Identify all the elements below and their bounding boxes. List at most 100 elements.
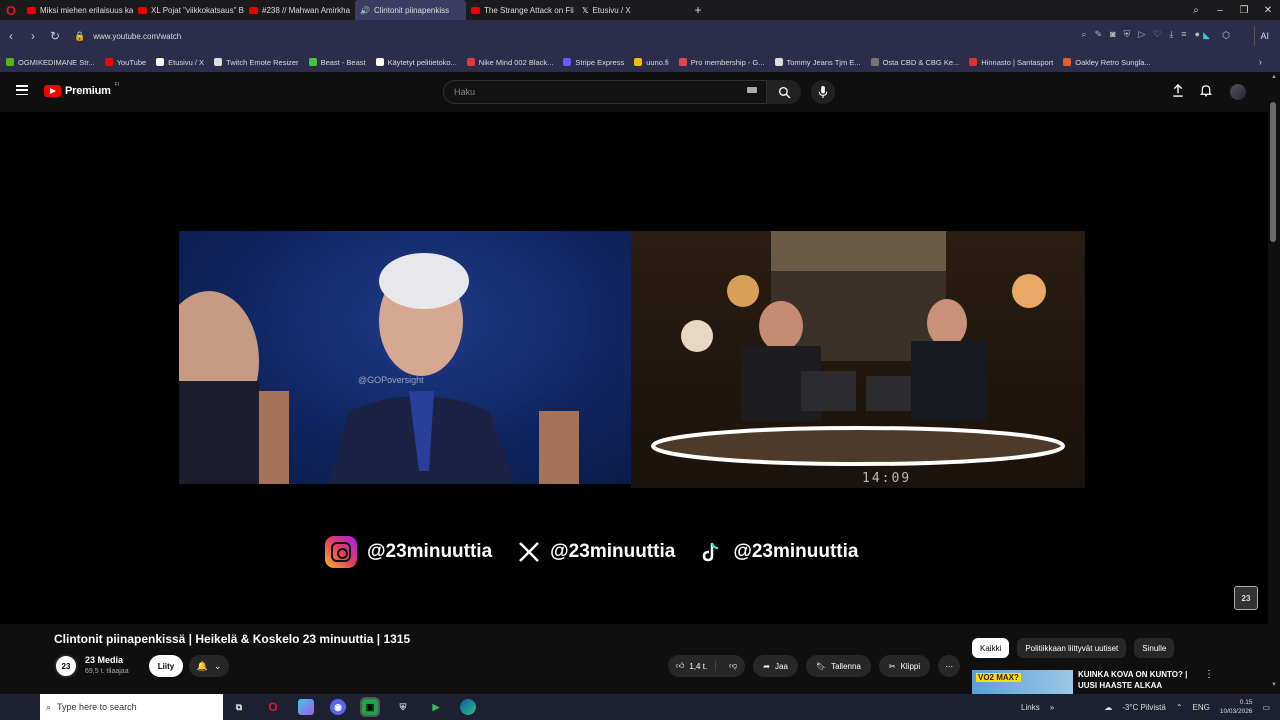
channel-watermark-logo[interactable]: 23 <box>1234 586 1258 610</box>
back-icon[interactable]: ‹ <box>0 29 22 43</box>
recommendation-menu-icon[interactable]: ⋮ <box>1204 669 1214 680</box>
minimize-icon[interactable]: – <box>1208 5 1232 16</box>
chip-for-you[interactable]: Sinulle <box>1134 638 1175 658</box>
opera-logo-icon[interactable]: O <box>0 0 22 20</box>
task-view-icon[interactable]: ⧉ <box>231 699 247 715</box>
restore-icon[interactable]: ❐ <box>1232 5 1256 16</box>
share-button[interactable]: ➦ Jaa <box>753 655 798 677</box>
search-input[interactable]: Haku <box>443 80 767 104</box>
play-icon[interactable]: ▷ <box>1138 29 1145 40</box>
browser-tab[interactable]: 𝕏 Etusivu / X <box>577 0 688 20</box>
language-indicator[interactable]: ENG <box>1193 703 1210 712</box>
links-toolbar[interactable]: Links <box>1021 703 1040 712</box>
keyboard-icon[interactable] <box>747 87 757 93</box>
search-icon[interactable]: ⌕ <box>1082 29 1087 40</box>
speaker-at-microphone-image <box>179 253 579 484</box>
instagram-icon <box>325 536 357 568</box>
taskbar-search-input[interactable]: ⌕ Type here to search <box>40 694 223 720</box>
dislike-button[interactable]: 👎︎ <box>721 661 745 671</box>
bookmark-item[interactable]: Stripe Express <box>563 58 624 67</box>
search-button[interactable] <box>767 80 801 104</box>
scroll-up-icon[interactable]: ▲ <box>1271 74 1277 80</box>
voice-search-button[interactable] <box>811 80 835 104</box>
weather-text[interactable]: -3°C Pilvistä <box>1122 703 1166 712</box>
tab-label: Miksi miehen erilaisuus ka <box>40 5 133 15</box>
upload-icon[interactable] <box>1172 84 1184 97</box>
media-app-icon[interactable]: ▶ <box>428 699 444 715</box>
bookmark-item[interactable]: Nike Mind 002 Black... <box>466 58 553 67</box>
extension-icon[interactable]: ◣ <box>1203 30 1210 41</box>
account-avatar[interactable] <box>1230 84 1246 100</box>
browser-tab[interactable]: XL Pojat "viikkokatsaus" B <box>133 0 244 20</box>
speaker-icon[interactable]: 🔊 <box>360 6 370 14</box>
like-button[interactable]: 👍︎ 1,4 t. <box>668 661 717 671</box>
video-frame-studio: 14:09 <box>631 231 1085 488</box>
scroll-down-icon[interactable]: ▼ <box>1271 682 1277 688</box>
edge-icon[interactable] <box>460 699 476 715</box>
channel-name[interactable]: 23 Media <box>85 655 123 665</box>
bookmarks-overflow-icon[interactable]: › <box>1259 52 1262 72</box>
bookmark-item[interactable]: Etusivu / X <box>156 58 204 67</box>
discord-icon[interactable]: ◉ <box>330 699 346 715</box>
edit-icon[interactable]: ✎ <box>1095 29 1103 40</box>
heart-icon[interactable]: ♡ <box>1153 29 1161 40</box>
tray-expand-icon[interactable]: ⌃ <box>1176 703 1183 712</box>
address-bar[interactable]: 🔒 www.youtube.com/watch <box>74 26 1237 46</box>
tab-label: Etusivu / X <box>592 5 631 15</box>
notifications-bell-icon[interactable] <box>1200 84 1212 97</box>
bookmark-item[interactable]: Twitch Emote Resizer <box>214 58 299 67</box>
hamburger-menu-icon[interactable] <box>16 85 28 95</box>
download-icon[interactable]: ⤓ <box>1169 29 1173 40</box>
chip-politics[interactable]: Politiikkaan liittyvät uutiset <box>1017 638 1127 658</box>
bookmark-item[interactable]: Osta CBD & CBG Ke... <box>870 58 959 67</box>
bookmark-item[interactable]: uuno.fi <box>634 58 669 67</box>
scrollbar-thumb[interactable] <box>1270 102 1276 242</box>
more-actions-button[interactable]: ⋯ <box>938 655 961 677</box>
save-button[interactable]: 🔖︎ Tallenna <box>805 655 871 677</box>
opera-icon[interactable]: O <box>265 699 281 715</box>
camera-icon[interactable]: ◙ <box>1110 29 1115 40</box>
lock-icon[interactable]: 🔒 <box>74 31 85 42</box>
subscription-bell-button[interactable]: 🔔 ⌄ <box>189 655 229 677</box>
url-text[interactable]: www.youtube.com/watch <box>93 32 181 41</box>
logo-text: Premium <box>65 85 111 97</box>
chip-all[interactable]: Kaikki <box>972 638 1010 658</box>
browser-tab[interactable]: The Strange Attack on Fli <box>466 0 577 20</box>
menu-icon[interactable]: ≡ <box>1181 29 1186 40</box>
bookmark-item[interactable]: Oakley Retro Sungla... <box>1063 58 1151 67</box>
bookmark-item[interactable]: Beast - Beast <box>308 58 366 67</box>
channel-avatar[interactable]: 23 <box>54 654 78 678</box>
recommended-video-title[interactable]: KUINKA KOVA ON KUNTO? | UUSI HAASTE ALKA… <box>1078 669 1188 691</box>
browser-tab[interactable]: #238 // Mahwan Amirkha <box>244 0 355 20</box>
page-scrollbar[interactable]: ▲ ▼ <box>1268 72 1280 694</box>
chevron-right-icon[interactable]: » <box>1050 703 1054 712</box>
active-app-icon[interactable]: ▣ <box>360 697 380 717</box>
taskbar-clock[interactable]: 0.15 10/03/2026 <box>1220 698 1253 716</box>
bookmark-item[interactable]: Käytetyt pelitietoko... <box>375 58 457 67</box>
cube-icon[interactable]: ⬡ <box>1222 30 1230 41</box>
ai-button[interactable]: AI <box>1254 26 1274 46</box>
tab-search-icon[interactable]: ⌕ <box>1184 5 1208 16</box>
browser-tab[interactable]: Miksi miehen erilaisuus ka <box>22 0 133 20</box>
notifications-icon[interactable]: ▭ <box>1262 703 1270 712</box>
bookmark-item[interactable]: YouTube <box>104 58 146 67</box>
reload-icon[interactable]: ↻ <box>44 29 66 43</box>
youtube-premium-logo[interactable]: Premium FI <box>44 82 119 97</box>
new-tab-button[interactable]: + <box>688 3 708 17</box>
bookmark-item[interactable]: Hinnasto | Santasport <box>969 58 1053 67</box>
profile-icon[interactable]: ● <box>1195 29 1200 40</box>
join-button[interactable]: Liity <box>149 655 183 677</box>
shield-icon[interactable]: ⛨ <box>1124 29 1131 40</box>
recommended-video-thumbnail[interactable]: VO2 MAX? <box>972 670 1073 694</box>
app-icon[interactable] <box>298 699 314 715</box>
bookmark-item[interactable]: Tommy Jeans Tjm E... <box>774 58 861 67</box>
forward-icon[interactable]: › <box>22 29 44 43</box>
browser-tab-active[interactable]: 🔊 Clintonit piinapenkiss <box>355 0 466 20</box>
video-player[interactable]: 14:09 @GOPoversight @23minuuttia @23minu… <box>0 112 1268 624</box>
bookmark-label: Pro membership - G... <box>690 57 765 67</box>
clip-button[interactable]: ✂ Klippi <box>878 655 931 677</box>
close-icon[interactable]: ✕ <box>1256 5 1280 16</box>
bookmark-item[interactable]: Pro membership - G... <box>678 57 765 67</box>
bookmark-item[interactable]: OGMIKEDIMANE Str... <box>6 58 95 67</box>
shield-app-icon[interactable]: ⛨ <box>395 699 411 715</box>
